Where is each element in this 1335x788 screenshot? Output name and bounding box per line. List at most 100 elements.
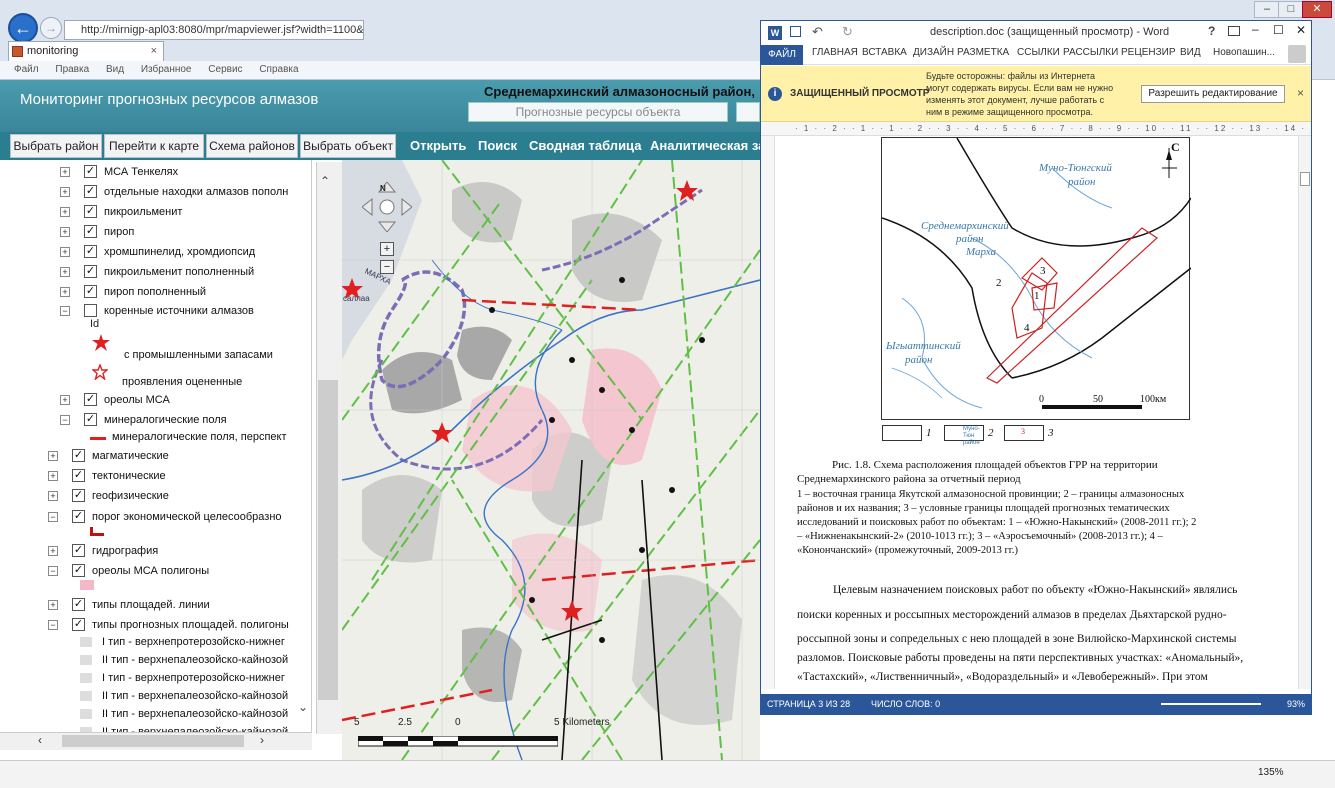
word-ribbon-tab[interactable]: ВИД bbox=[1180, 47, 1201, 58]
layer-expand-toggle[interactable]: − bbox=[48, 620, 58, 630]
layer-checkbox[interactable]: ✓ bbox=[84, 245, 97, 258]
layer-checkbox[interactable]: ✓ bbox=[72, 510, 85, 523]
forward-arrow-icon[interactable]: → bbox=[40, 17, 62, 39]
word-ribbon-tab[interactable]: ГЛАВНАЯ bbox=[812, 47, 858, 58]
layer-expand-toggle[interactable]: − bbox=[60, 415, 70, 425]
word-close-icon[interactable]: ✕ bbox=[1296, 23, 1306, 37]
undo-icon[interactable]: ↶ bbox=[812, 24, 823, 40]
zoom-out-button[interactable]: − bbox=[380, 260, 394, 274]
layer-expand-toggle[interactable]: + bbox=[60, 227, 70, 237]
save-icon[interactable] bbox=[790, 26, 801, 37]
layer-checkbox[interactable]: ✓ bbox=[72, 618, 85, 631]
panel-scroll-thumb[interactable] bbox=[318, 380, 338, 700]
layer-checkbox[interactable]: ✓ bbox=[84, 413, 97, 426]
browser-close-button[interactable]: ✕ bbox=[1302, 1, 1332, 18]
layer-checkbox[interactable]: ✓ bbox=[72, 544, 85, 557]
layer-checkbox[interactable]: ✓ bbox=[84, 285, 97, 298]
forecast-resources-button[interactable]: Прогнозные ресурсы объекта bbox=[468, 102, 728, 122]
layer-checkbox[interactable]: ✓ bbox=[84, 165, 97, 178]
pan-control-icon[interactable] bbox=[362, 182, 412, 232]
word-minimize-icon[interactable]: – bbox=[1252, 22, 1259, 36]
nav-search-link[interactable]: Поиск bbox=[478, 138, 517, 153]
word-ribbon-tab[interactable]: ССЫЛКИ bbox=[1017, 47, 1060, 58]
district-scheme-button[interactable]: Схема районов bbox=[206, 134, 298, 158]
layer-expand-toggle[interactable]: + bbox=[60, 167, 70, 177]
browser-minimize-button[interactable]: – bbox=[1254, 1, 1280, 18]
word-file-tab[interactable]: ФАЙЛ bbox=[761, 45, 803, 65]
menu-favorites[interactable]: Избранное bbox=[141, 64, 192, 75]
scroll-left-icon[interactable]: ‹ bbox=[38, 733, 42, 747]
status-zoom[interactable]: 93% bbox=[1287, 694, 1305, 714]
layer-expand-toggle[interactable]: + bbox=[60, 187, 70, 197]
select-district-button[interactable]: Выбрать район bbox=[10, 134, 102, 158]
layer-expand-toggle[interactable]: + bbox=[48, 546, 58, 556]
map-canvas[interactable] bbox=[342, 160, 760, 760]
zoom-slider[interactable] bbox=[1161, 703, 1261, 705]
layer-expand-toggle[interactable]: − bbox=[48, 566, 58, 576]
scroll-up-icon[interactable]: ⌃ bbox=[320, 174, 330, 188]
layer-expand-toggle[interactable]: + bbox=[60, 267, 70, 277]
go-to-map-button[interactable]: Перейти к карте bbox=[104, 134, 204, 158]
nav-summary-table-link[interactable]: Сводная таблица bbox=[529, 138, 641, 153]
figure-region-label: Среднемархинский bbox=[921, 220, 1009, 232]
layer-checkbox[interactable]: ✓ bbox=[84, 225, 97, 238]
menu-help[interactable]: Справка bbox=[259, 64, 298, 75]
panel-hscroll-thumb[interactable] bbox=[62, 735, 244, 747]
layer-expand-toggle[interactable]: + bbox=[48, 600, 58, 610]
scroll-right-icon[interactable]: › bbox=[260, 733, 264, 747]
word-ribbon-tab[interactable]: РАЗМЕТКА bbox=[957, 47, 1009, 58]
layer-expand-toggle[interactable]: + bbox=[60, 247, 70, 257]
nav-analytics-link[interactable]: Аналитическая за bbox=[650, 138, 765, 153]
layer-expand-toggle[interactable]: + bbox=[60, 395, 70, 405]
layer-expand-toggle[interactable]: + bbox=[60, 287, 70, 297]
word-ribbon-tab[interactable]: РЕЦЕНЗИР bbox=[1121, 47, 1176, 58]
document-scroll-thumb[interactable] bbox=[1300, 172, 1310, 186]
address-bar[interactable]: http://mirnigp-apl03:8080/mpr/mapviewer.… bbox=[64, 20, 364, 40]
browser-maximize-button[interactable]: □ bbox=[1278, 1, 1304, 18]
secondary-header-button[interactable] bbox=[736, 102, 760, 122]
redo-icon[interactable]: ↻ bbox=[842, 24, 853, 40]
layer-checkbox[interactable]: ✓ bbox=[72, 489, 85, 502]
layer-checkbox[interactable]: ✓ bbox=[84, 205, 97, 218]
document-scrollbar[interactable] bbox=[1298, 136, 1311, 689]
layer-checkbox[interactable]: ✓ bbox=[84, 265, 97, 278]
map-view[interactable] bbox=[342, 160, 760, 760]
ribbon-display-icon[interactable] bbox=[1228, 26, 1240, 36]
word-user-name[interactable]: Новопашин... bbox=[1213, 47, 1275, 58]
word-help-icon[interactable]: ? bbox=[1208, 24, 1215, 38]
layer-expand-toggle[interactable]: + bbox=[48, 491, 58, 501]
layer-expand-toggle[interactable]: + bbox=[60, 207, 70, 217]
user-avatar-icon[interactable] bbox=[1288, 45, 1306, 63]
scroll-down-icon[interactable]: ⌄ bbox=[298, 700, 308, 714]
layer-checkbox[interactable]: ✓ bbox=[72, 598, 85, 611]
bar-close-icon[interactable]: × bbox=[1297, 86, 1304, 100]
status-page[interactable]: СТРАНИЦА 3 ИЗ 28 bbox=[767, 694, 850, 714]
menu-tools[interactable]: Сервис bbox=[208, 64, 242, 75]
layer-checkbox[interactable]: ✓ bbox=[72, 469, 85, 482]
browser-zoom[interactable]: 135% bbox=[1258, 767, 1284, 778]
zoom-in-button[interactable]: + bbox=[380, 242, 394, 256]
layer-expand-toggle[interactable]: − bbox=[48, 512, 58, 522]
word-ribbon-tab[interactable]: РАССЫЛКИ bbox=[1063, 47, 1118, 58]
tab-close-icon[interactable]: × bbox=[151, 42, 157, 61]
nav-open-link[interactable]: Открыть bbox=[410, 138, 466, 153]
browser-tab[interactable]: monitoring × bbox=[8, 41, 164, 61]
menu-file[interactable]: Файл bbox=[14, 64, 39, 75]
layer-expand-toggle[interactable]: + bbox=[48, 471, 58, 481]
layer-checkbox[interactable] bbox=[84, 304, 97, 317]
menu-edit[interactable]: Правка bbox=[55, 64, 89, 75]
layer-checkbox[interactable]: ✓ bbox=[72, 564, 85, 577]
word-ribbon-tab[interactable]: ДИЗАЙН bbox=[913, 47, 954, 58]
select-object-button[interactable]: Выбрать объект bbox=[300, 134, 396, 158]
back-arrow-icon[interactable]: ← bbox=[8, 13, 38, 43]
layer-checkbox[interactable]: ✓ bbox=[84, 185, 97, 198]
word-maximize-icon[interactable]: ☐ bbox=[1273, 23, 1284, 37]
enable-editing-button[interactable]: Разрешить редактирование bbox=[1141, 85, 1285, 103]
menu-view[interactable]: Вид bbox=[106, 64, 124, 75]
word-ribbon-tab[interactable]: ВСТАВКА bbox=[862, 47, 907, 58]
layer-checkbox[interactable]: ✓ bbox=[84, 393, 97, 406]
status-words[interactable]: ЧИСЛО СЛОВ: 0 bbox=[871, 694, 940, 714]
layer-expand-toggle[interactable]: − bbox=[60, 306, 70, 316]
layer-expand-toggle[interactable]: + bbox=[48, 451, 58, 461]
layer-checkbox[interactable]: ✓ bbox=[72, 449, 85, 462]
